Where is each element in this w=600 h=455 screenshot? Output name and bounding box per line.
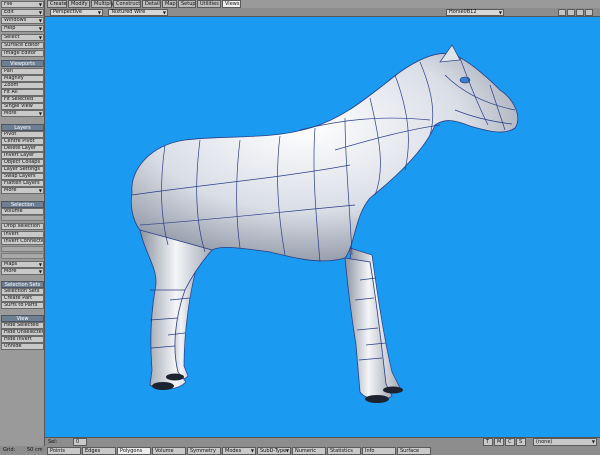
mode-m-button[interactable]: M — [494, 438, 504, 446]
sidebar-spacer — [1, 246, 44, 252]
zoom-button[interactable]: Zoom — [1, 82, 44, 89]
move-view-icon[interactable] — [558, 9, 566, 16]
horse-model — [130, 44, 519, 403]
fit-all-button[interactable]: Fit All — [1, 89, 44, 96]
image-editor-button[interactable]: Image Editor — [1, 50, 44, 57]
unhide-button[interactable]: Unhide — [1, 343, 44, 350]
tab-construct[interactable]: Construct — [113, 0, 141, 8]
invert-connected-button[interactable]: Invert Connected — [1, 238, 44, 245]
sel-count-field: 0 — [73, 438, 87, 446]
maximize-view-icon[interactable] — [585, 9, 593, 16]
mode-c-button[interactable]: C — [505, 438, 515, 446]
tab-setup[interactable]: Setup — [178, 0, 196, 8]
fit-selected-button[interactable]: Fit Selected — [1, 96, 44, 103]
surfs-to-parts-button[interactable]: Surfs to Parts — [1, 302, 44, 309]
tab-multiply[interactable]: Multiply — [91, 0, 114, 8]
sidebar-spacer — [1, 215, 44, 221]
mode-t-button[interactable]: T — [483, 438, 493, 446]
points-mode-button[interactable]: Points — [47, 447, 81, 455]
edit-menu[interactable]: Edit — [1, 9, 44, 16]
flatten-layers-button[interactable]: Flatten Layers — [1, 180, 44, 187]
layers-more-menu[interactable]: More — [1, 187, 44, 194]
maps-menu[interactable]: Maps — [1, 261, 44, 268]
help-menu[interactable]: Help — [1, 25, 44, 32]
rotate-view-icon[interactable] — [567, 9, 575, 16]
file-menu[interactable]: File — [1, 1, 44, 8]
surface-button[interactable]: Surface — [397, 447, 431, 455]
invert-button[interactable]: Invert — [1, 231, 44, 238]
layer-settings-button[interactable]: Layer Settings — [1, 166, 44, 173]
mode-s-button[interactable]: S — [516, 438, 526, 446]
object-dropdown[interactable]: Horse0B12 — [446, 9, 504, 16]
selection-sets-header: Selection Sets — [1, 281, 44, 288]
viewports-more-menu[interactable]: More — [1, 110, 44, 117]
hide-unselected-button[interactable]: Hide Unselected — [1, 329, 44, 336]
tab-map[interactable]: Map — [162, 0, 177, 8]
centre-pivot-button[interactable]: Centre Pivot — [1, 138, 44, 145]
tab-views[interactable]: Views — [222, 0, 241, 8]
tool-sidebar: File Edit Windows Help Select Surface Ed… — [0, 0, 45, 455]
pan-button[interactable]: Pan — [1, 68, 44, 75]
vmap-dropdown[interactable]: (none) — [533, 438, 597, 446]
tab-detail[interactable]: Detail — [142, 0, 161, 8]
pivot-button[interactable]: Pivot — [1, 131, 44, 138]
perspective-viewport[interactable] — [45, 17, 600, 437]
selection-sets-button[interactable]: Selection Sets — [1, 288, 44, 295]
tab-create[interactable]: Create — [47, 0, 67, 8]
status-bar: Grid: 50 cm Points Edges Polygons Volume… — [0, 446, 600, 455]
view-header: View — [1, 315, 44, 322]
windows-menu[interactable]: Windows — [1, 17, 44, 24]
swap-layers-button[interactable]: Swap Layers — [1, 173, 44, 180]
zoom-view-icon[interactable] — [576, 9, 584, 16]
grid-value: 50 cm — [27, 447, 43, 453]
tab-utilities[interactable]: Utilities — [197, 0, 221, 8]
single-view-button[interactable]: Single View — [1, 103, 44, 110]
selection-header: Selection — [1, 201, 44, 208]
sel-label: Sel: — [48, 439, 58, 445]
symmetry-button[interactable]: Symmetry — [187, 447, 221, 455]
viewports-header: Viewports — [1, 60, 44, 67]
more-menu[interactable]: More — [1, 268, 44, 275]
statistics-button[interactable]: Statistics — [327, 447, 361, 455]
drop-selection-button[interactable]: Drop selection — [1, 223, 44, 230]
hide-selected-button[interactable]: Hide Selected — [1, 322, 44, 329]
delete-layer-button[interactable]: Delete Layer — [1, 145, 44, 152]
hide-invert-button[interactable]: Hide Invert — [1, 336, 44, 343]
object-collapse-button[interactable]: Object Collaps — [1, 159, 44, 166]
modes-dropdown[interactable]: Modes — [222, 447, 256, 455]
selection-info-bar: Sel: 0 T M C S (none) — [45, 437, 600, 446]
sidebar-spacer — [1, 253, 44, 259]
viewport-header: Perspective Textured Wire Horse0B12 — [45, 8, 600, 17]
tool-tabs: Create Modify Multiply Construct Detail … — [45, 0, 600, 8]
magnify-button[interactable]: Magnify — [1, 75, 44, 82]
select-menu[interactable]: Select — [1, 34, 44, 41]
edges-mode-button[interactable]: Edges — [82, 447, 116, 455]
volume-mode-button[interactable]: Volume — [152, 447, 186, 455]
projection-dropdown[interactable]: Perspective — [50, 9, 103, 16]
layers-header: Layers — [1, 124, 44, 131]
grid-label: Grid: — [3, 447, 16, 453]
surface-editor-button[interactable]: Surface Editor — [1, 42, 44, 49]
volume-button[interactable]: Volume — [1, 208, 44, 215]
info-button[interactable]: Info — [362, 447, 396, 455]
subd-type-dropdown[interactable]: SubD-Type — [257, 447, 291, 455]
polygons-mode-button[interactable]: Polygons — [117, 447, 151, 455]
create-part-button[interactable]: Create Part — [1, 295, 44, 302]
invert-layer-button[interactable]: Invert Layer — [1, 152, 44, 159]
numeric-button[interactable]: Numeric — [292, 447, 326, 455]
tab-modify[interactable]: Modify — [68, 0, 90, 8]
render-mode-dropdown[interactable]: Textured Wire — [108, 9, 168, 16]
